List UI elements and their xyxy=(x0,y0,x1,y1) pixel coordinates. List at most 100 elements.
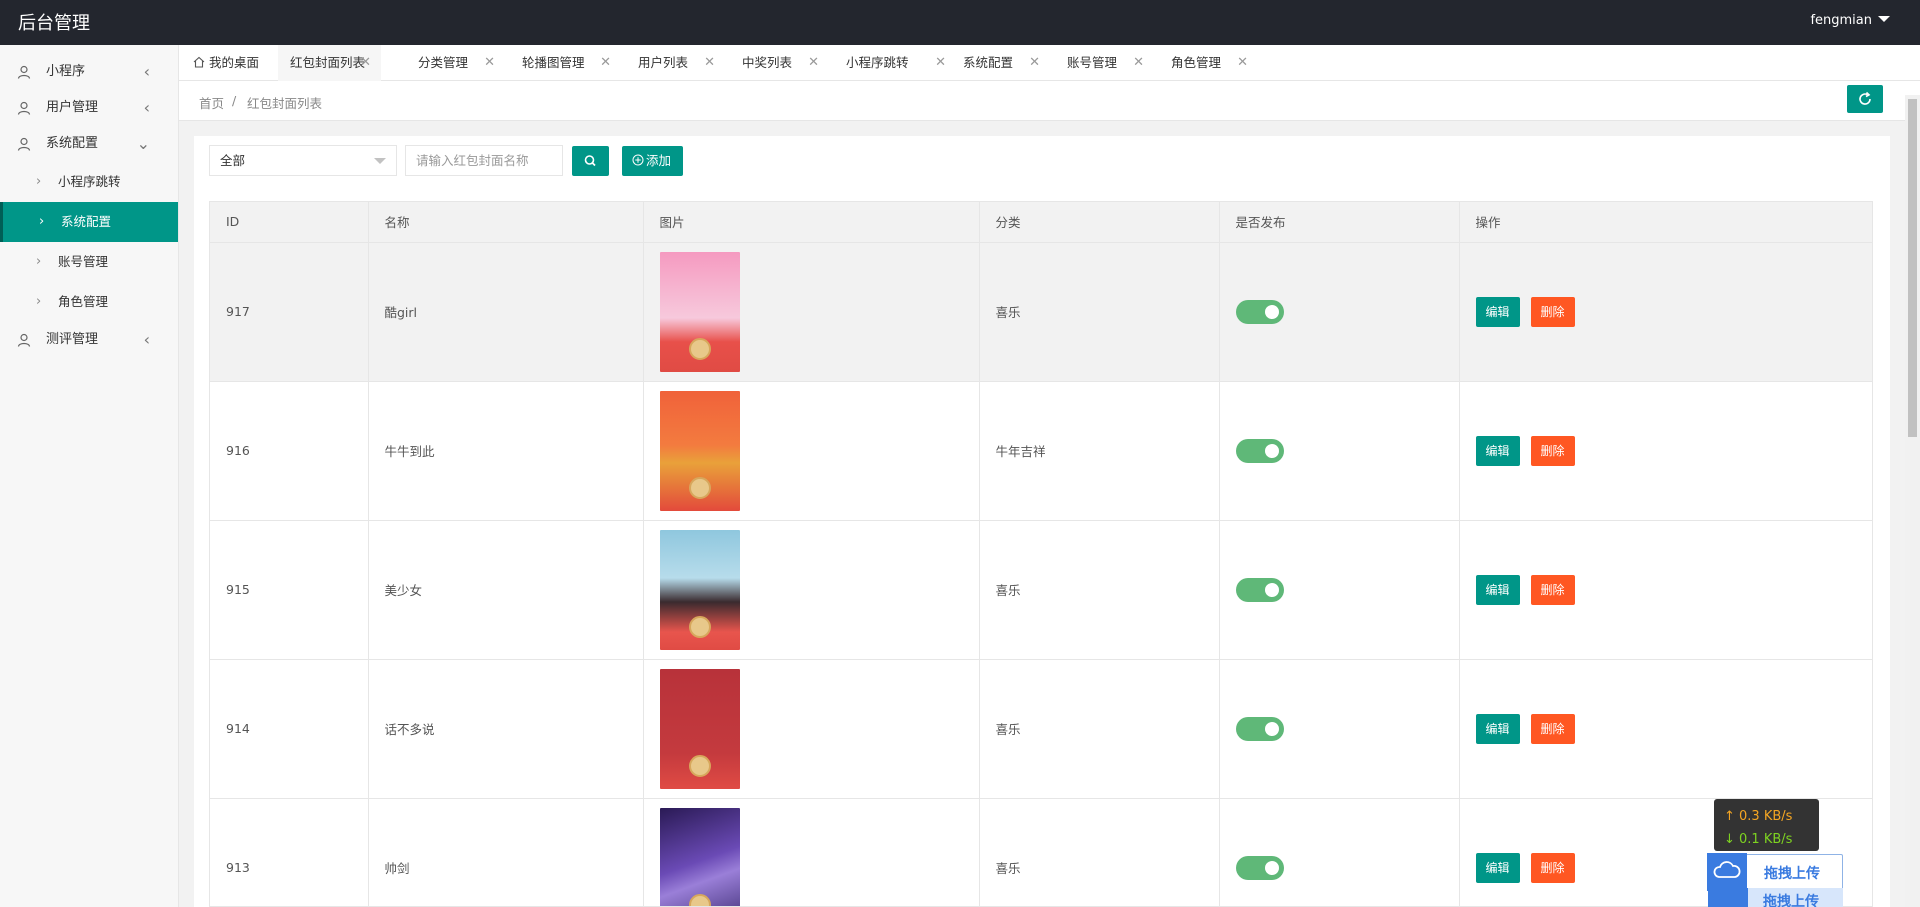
open-coin-icon xyxy=(688,754,711,777)
delete-button[interactable]: 删除 xyxy=(1530,713,1575,744)
sidebar-subitem-label: 小程序跳转 xyxy=(58,174,121,189)
open-coin-icon xyxy=(688,476,711,499)
open-coin-icon xyxy=(688,893,711,906)
delete-button[interactable]: 删除 xyxy=(1530,574,1575,605)
close-icon[interactable]: ✕ xyxy=(935,45,946,81)
chevron-down-icon: ⌄ xyxy=(136,134,150,153)
network-speed-widget: ↑ 0.3 KB/s ↓ 0.1 KB/s xyxy=(1714,799,1819,851)
toggle-knob xyxy=(1264,860,1279,875)
table-row: 916 牛牛到此 牛年吉祥 编辑 删除 xyxy=(210,381,1872,521)
edit-button[interactable]: 编辑 xyxy=(1475,296,1520,327)
publish-toggle[interactable] xyxy=(1235,438,1284,463)
sidebar-subitem-accounts[interactable]: › 账号管理 xyxy=(0,242,178,282)
publish-toggle[interactable] xyxy=(1235,577,1284,602)
cell-id: 913 xyxy=(210,798,369,906)
close-icon[interactable]: ✕ xyxy=(1237,45,1248,81)
data-table: ID 名称 图片 分类 是否发布 操作 917 酷girl 喜乐 编辑 删除 91… xyxy=(209,201,1873,907)
close-icon[interactable]: ✕ xyxy=(484,45,495,81)
cell-category: 喜乐 xyxy=(979,659,1220,799)
delete-button[interactable]: 删除 xyxy=(1530,852,1575,883)
close-icon[interactable]: ✕ xyxy=(600,45,611,81)
sidebar-subitem-roles[interactable]: › 角色管理 xyxy=(0,282,178,322)
publish-toggle[interactable] xyxy=(1235,299,1284,324)
tab-carousel[interactable]: 轮播图管理 ✕ xyxy=(522,45,611,81)
tab-system-config[interactable]: 系统配置 ✕ xyxy=(963,45,1040,81)
sidebar-item-system-config[interactable]: 系统配置 ⌄ xyxy=(0,126,178,162)
close-icon[interactable]: ✕ xyxy=(704,45,715,81)
user-icon xyxy=(17,333,31,347)
add-button[interactable]: 添加 xyxy=(622,146,683,176)
sidebar-subitem-label: 系统配置 xyxy=(61,214,112,229)
cloud-upload-icon xyxy=(1708,888,1748,907)
publish-toggle[interactable] xyxy=(1235,716,1284,741)
tab-category[interactable]: 分类管理 ✕ xyxy=(418,45,495,81)
toggle-knob xyxy=(1264,721,1279,736)
close-icon[interactable]: ✕ xyxy=(1133,45,1144,81)
table-row: 914 话不多说 喜乐 编辑 删除 xyxy=(210,659,1872,799)
home-icon xyxy=(193,56,205,68)
sidebar-subitem-system-config[interactable]: › 系统配置 xyxy=(0,202,178,242)
delete-button[interactable]: 删除 xyxy=(1530,435,1575,466)
tab-bar: 我的桌面 红包封面列表 ✕ 分类管理 ✕ 轮播图管理 ✕ 用户列表 ✕ 中奖列表 ✕ 小程… xyxy=(179,45,1920,81)
tab-roles[interactable]: 角色管理 ✕ xyxy=(1171,45,1248,81)
tab-red-envelope-list[interactable]: 红包封面列表 ✕ xyxy=(278,45,381,81)
refresh-button[interactable] xyxy=(1847,85,1883,113)
search-input[interactable] xyxy=(405,145,563,176)
sidebar-subitem-miniprogram-jump[interactable]: › 小程序跳转 xyxy=(0,162,178,202)
toggle-knob xyxy=(1264,304,1279,319)
edit-button[interactable]: 编辑 xyxy=(1475,574,1520,605)
breadcrumb: 首页 / 红包封面列表 xyxy=(179,81,1920,121)
edit-button[interactable]: 编辑 xyxy=(1475,435,1520,466)
refresh-icon xyxy=(1859,91,1871,105)
sidebar-item-users[interactable]: 用户管理 ‹ xyxy=(0,90,178,126)
drag-upload-widget[interactable]: 拖拽上传 xyxy=(1707,853,1843,891)
publish-toggle[interactable] xyxy=(1235,855,1284,880)
table-header-row: ID 名称 图片 分类 是否发布 操作 xyxy=(210,202,1872,243)
column-header-name: 名称 xyxy=(368,202,644,243)
breadcrumb-home[interactable]: 首页 xyxy=(199,93,224,112)
sidebar-item-label: 系统配置 xyxy=(46,136,99,151)
sidebar-subitem-label: 角色管理 xyxy=(58,294,109,309)
tab-winner-list[interactable]: 中奖列表 ✕ xyxy=(742,45,819,81)
cover-image xyxy=(659,251,740,372)
edit-button[interactable]: 编辑 xyxy=(1475,713,1520,744)
tab-accounts[interactable]: 账号管理 ✕ xyxy=(1067,45,1144,81)
close-icon[interactable]: ✕ xyxy=(808,45,819,81)
search-icon xyxy=(584,155,596,167)
cover-image xyxy=(659,390,740,511)
vertical-scrollbar[interactable] xyxy=(1905,95,1920,907)
close-icon[interactable]: ✕ xyxy=(1029,45,1040,81)
breadcrumb-current: 红包封面列表 xyxy=(247,96,323,111)
delete-button[interactable]: 删除 xyxy=(1530,296,1575,327)
cell-name: 美少女 xyxy=(368,520,644,660)
cell-category: 牛年吉祥 xyxy=(979,381,1220,521)
drag-upload-label: 拖拽上传 xyxy=(1764,866,1820,882)
tab-label: 系统配置 xyxy=(963,55,1014,70)
toggle-knob xyxy=(1264,582,1279,597)
column-header-category: 分类 xyxy=(979,202,1220,243)
search-button[interactable] xyxy=(572,146,609,176)
tab-label: 中奖列表 xyxy=(742,55,793,70)
toggle-knob xyxy=(1264,443,1279,458)
sidebar-item-evaluation[interactable]: 测评管理 ‹ xyxy=(0,322,178,358)
cell-name: 话不多说 xyxy=(368,659,644,799)
sidebar-item-label: 测评管理 xyxy=(46,332,99,347)
download-speed: ↓ 0.1 KB/s xyxy=(1724,832,1793,847)
edit-button[interactable]: 编辑 xyxy=(1475,852,1520,883)
tab-my-desktop[interactable]: 我的桌面 xyxy=(193,45,275,81)
sidebar-item-miniprogram[interactable]: 小程序 ‹ xyxy=(0,54,178,90)
drag-upload-widget-secondary[interactable]: 拖拽上传 xyxy=(1708,888,1843,907)
user-menu[interactable]: fengmian xyxy=(1810,13,1890,28)
tab-label: 用户列表 xyxy=(638,55,689,70)
user-icon xyxy=(17,101,31,115)
tab-user-list[interactable]: 用户列表 ✕ xyxy=(638,45,715,81)
category-select[interactable]: 全部 xyxy=(209,145,397,176)
user-icon xyxy=(17,137,31,151)
scrollbar-thumb[interactable] xyxy=(1908,99,1917,437)
open-coin-icon xyxy=(688,337,711,360)
close-icon[interactable]: ✕ xyxy=(360,45,371,81)
breadcrumb-separator: / xyxy=(232,93,237,108)
table-row: 915 美少女 喜乐 编辑 删除 xyxy=(210,520,1872,660)
tab-miniprogram-jump[interactable]: 小程序跳转 ✕ xyxy=(846,45,946,81)
open-coin-icon xyxy=(688,615,711,638)
